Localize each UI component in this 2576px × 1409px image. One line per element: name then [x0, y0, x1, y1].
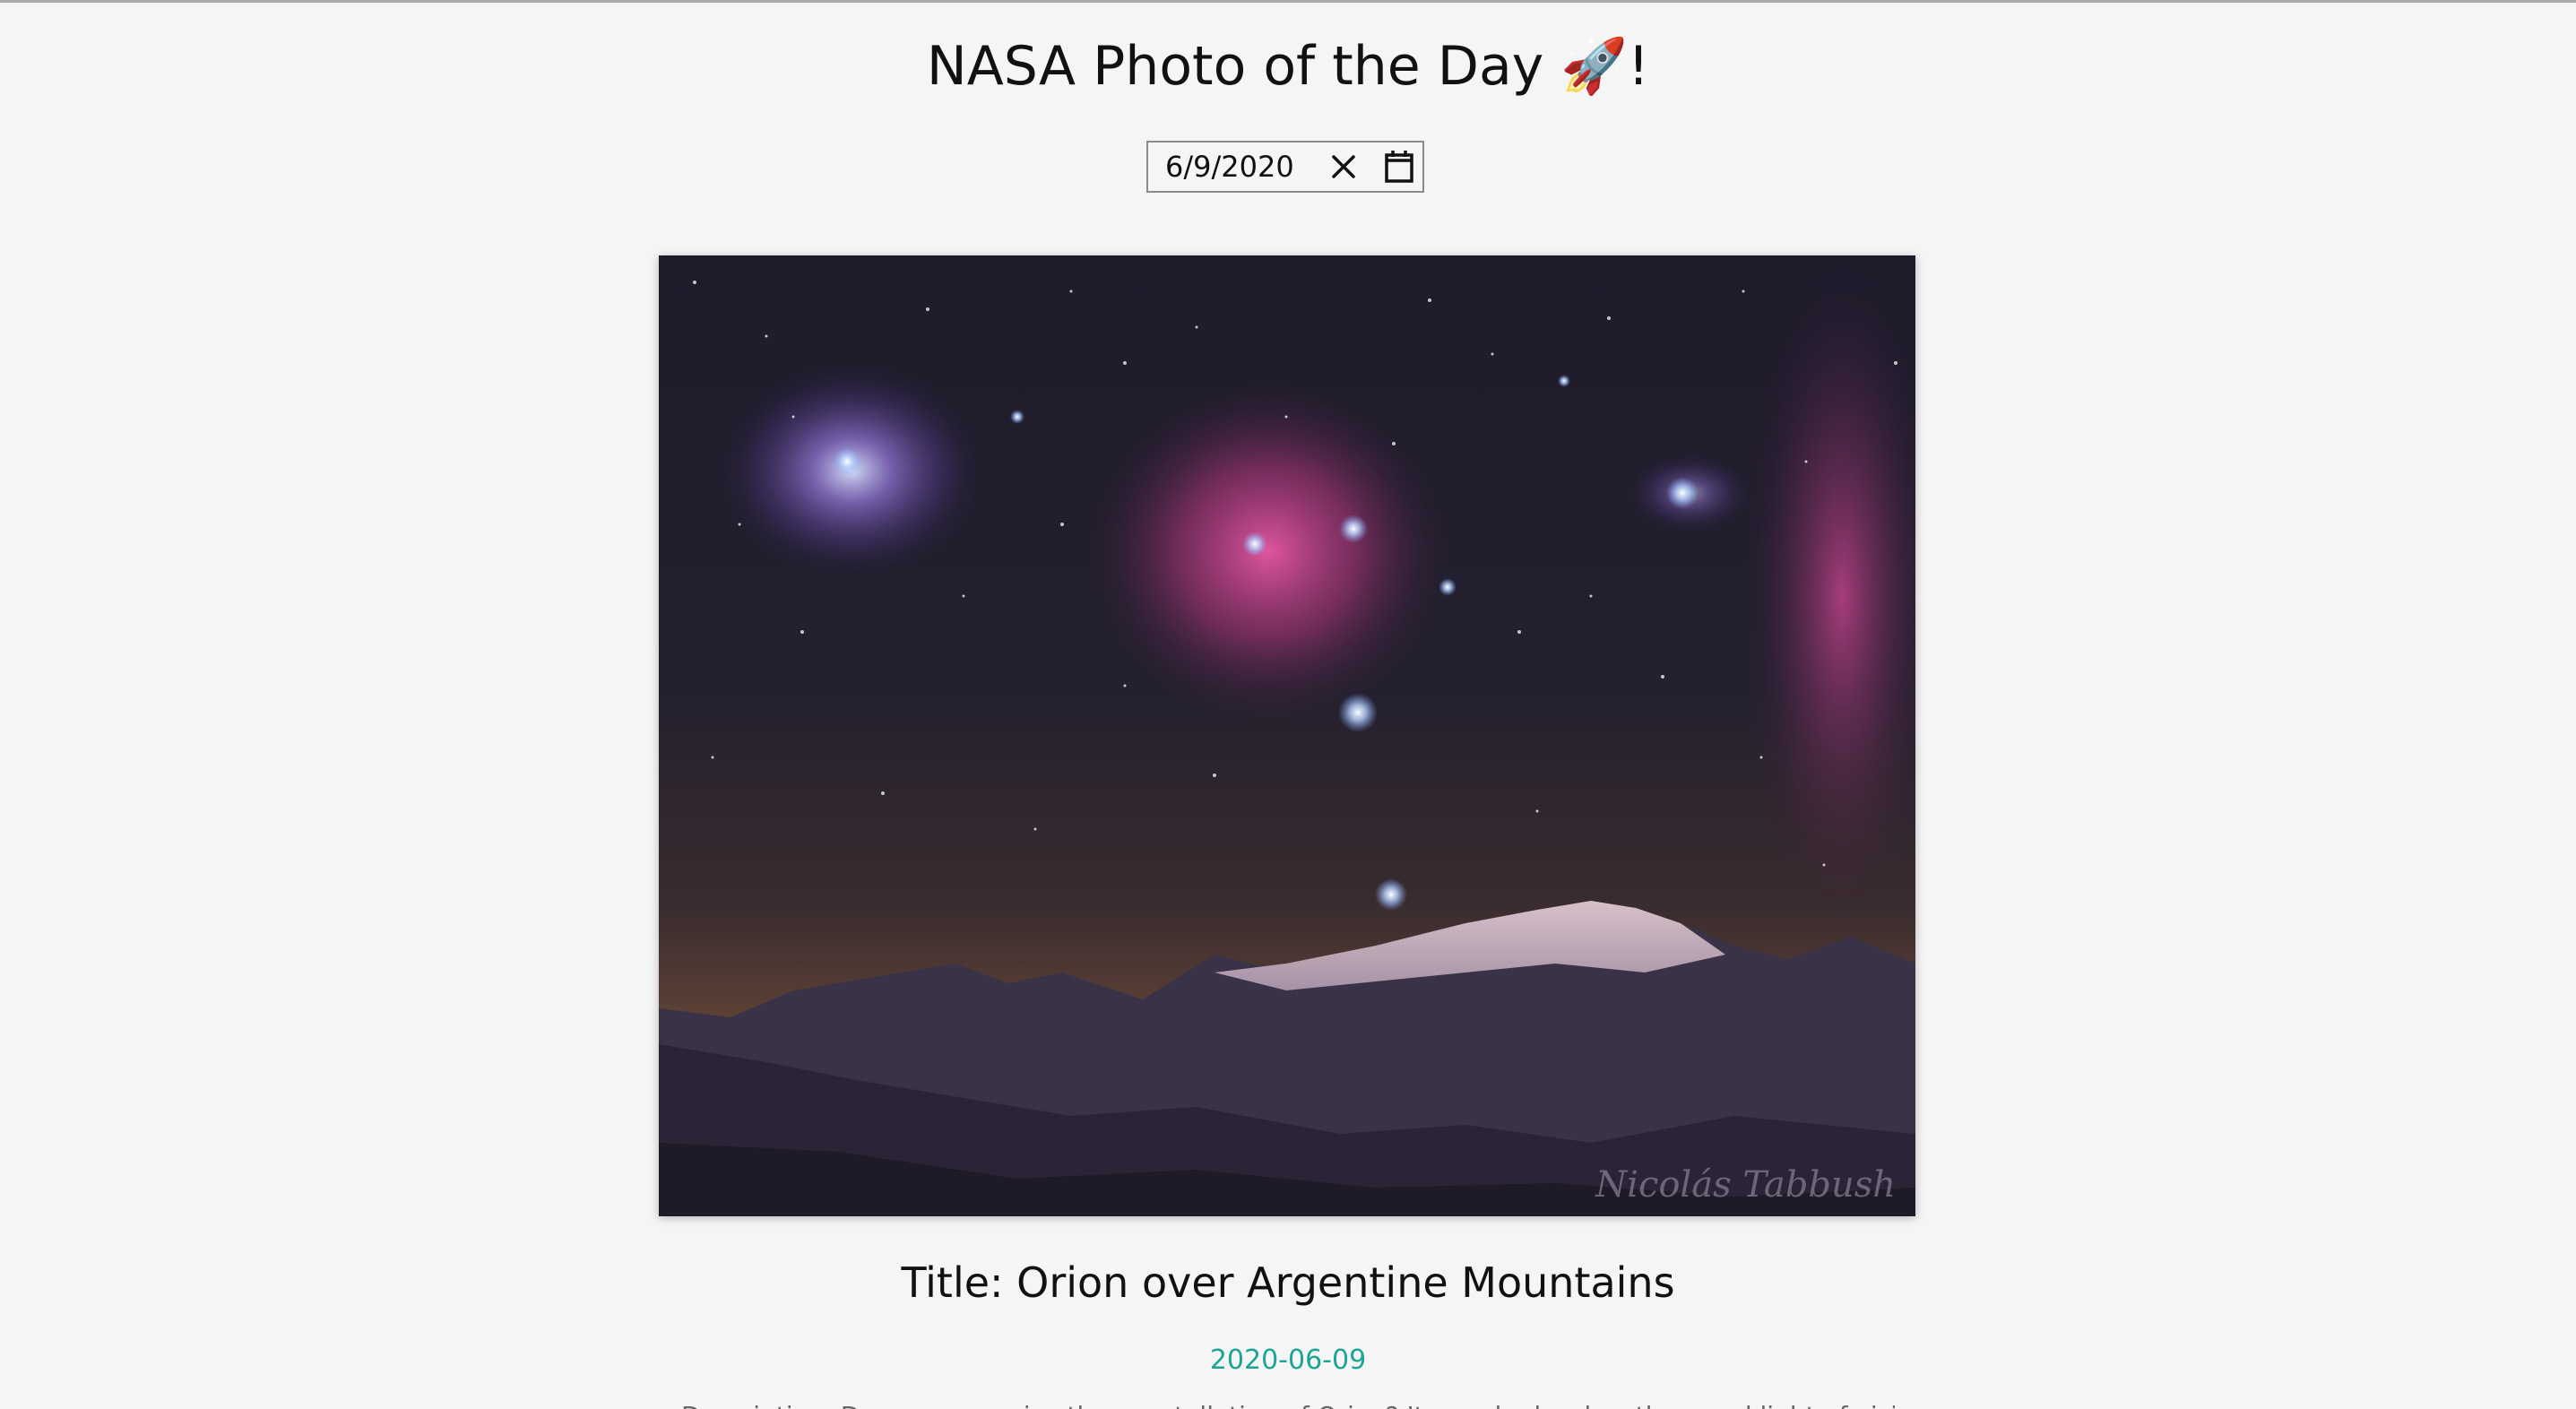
- bright-star: [1439, 578, 1457, 596]
- photo-title: Title: Orion over Argentine Mountains: [901, 1258, 1675, 1307]
- horsehead-region: [1089, 381, 1448, 722]
- apod-photo: Nicolás Tabbush: [659, 255, 1915, 1216]
- bright-star: [1375, 878, 1407, 911]
- photo-date: 2020-06-09: [1209, 1344, 1367, 1376]
- calendar-icon[interactable]: [1377, 143, 1422, 191]
- bright-star: [1666, 477, 1699, 509]
- photo-explanation: Description: Do you recognize the conste…: [681, 1398, 1895, 1409]
- date-picker[interactable]: 6/9/2020: [1146, 141, 1424, 193]
- barnards-loop: [1743, 264, 1915, 928]
- page-title: NASA Photo of the Day 🚀!: [926, 35, 1650, 98]
- photo-watermark: Nicolás Tabbush: [1595, 1164, 1896, 1206]
- close-icon[interactable]: [1321, 143, 1366, 191]
- bright-star: [1338, 693, 1378, 732]
- bright-star: [1242, 532, 1267, 557]
- top-border: [0, 0, 2576, 3]
- bright-star: [1010, 410, 1024, 424]
- date-input[interactable]: 6/9/2020: [1165, 141, 1327, 193]
- bright-star: [833, 447, 861, 476]
- bright-star: [1339, 514, 1368, 543]
- bright-star: [1558, 375, 1570, 387]
